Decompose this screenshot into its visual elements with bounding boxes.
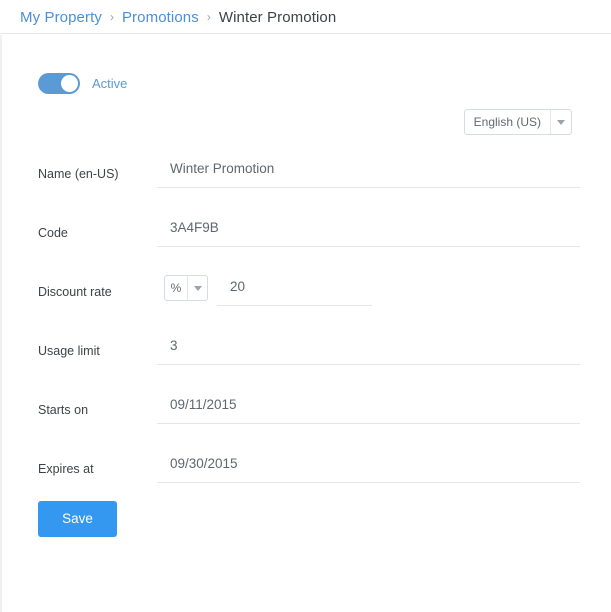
- discount-unit-value: %: [170, 281, 182, 295]
- field-row-expires-at: Expires at: [2, 425, 611, 484]
- control-name: [157, 156, 580, 188]
- field-row-discount-rate: Discount rate %: [2, 248, 611, 307]
- content-panel: Active English (US) Name (en-US) Code: [0, 35, 611, 612]
- discount-unit-select[interactable]: %: [164, 275, 208, 301]
- label-discount-rate: Discount rate: [38, 285, 112, 299]
- control-expires-at: [157, 451, 580, 483]
- label-code: Code: [38, 226, 68, 240]
- code-input[interactable]: [157, 215, 580, 247]
- discount-rate-input[interactable]: [217, 274, 372, 306]
- breadcrumb: My Property › Promotions › Winter Promot…: [20, 0, 336, 34]
- promotion-form: Name (en-US) Code Discount rate %: [2, 130, 611, 484]
- control-starts-on: [157, 392, 580, 424]
- promotion-editor-page: My Property › Promotions › Winter Promot…: [0, 0, 611, 612]
- label-usage-limit: Usage limit: [38, 344, 100, 358]
- breadcrumb-separator-icon: ›: [109, 10, 114, 24]
- control-discount-rate: %: [157, 274, 580, 306]
- expires-at-input[interactable]: [157, 451, 580, 483]
- breadcrumb-item-current: Winter Promotion: [218, 8, 337, 26]
- name-input[interactable]: [157, 156, 580, 188]
- usage-limit-input[interactable]: [157, 333, 580, 365]
- page-header: My Property › Promotions › Winter Promot…: [0, 0, 611, 34]
- label-name: Name (en-US): [38, 167, 119, 181]
- label-expires-at: Expires at: [38, 462, 94, 476]
- field-row-usage-limit: Usage limit: [2, 307, 611, 366]
- control-code: [157, 215, 580, 247]
- active-toggle-label: Active: [92, 76, 128, 91]
- field-row-code: Code: [2, 189, 611, 248]
- label-starts-on: Starts on: [38, 403, 89, 417]
- control-usage-limit: [157, 333, 580, 365]
- save-button[interactable]: Save: [38, 501, 117, 537]
- starts-on-input[interactable]: [157, 392, 580, 424]
- breadcrumb-item-my-property[interactable]: My Property: [20, 9, 102, 26]
- field-row-starts-on: Starts on: [2, 366, 611, 425]
- field-row-name: Name (en-US): [2, 130, 611, 189]
- chevron-down-icon: [187, 276, 207, 300]
- breadcrumb-item-promotions[interactable]: Promotions: [122, 9, 199, 26]
- toggle-knob-icon: [61, 75, 78, 92]
- active-toggle[interactable]: [38, 73, 80, 94]
- active-toggle-row: Active: [38, 73, 127, 94]
- breadcrumb-separator-icon: ›: [206, 10, 211, 24]
